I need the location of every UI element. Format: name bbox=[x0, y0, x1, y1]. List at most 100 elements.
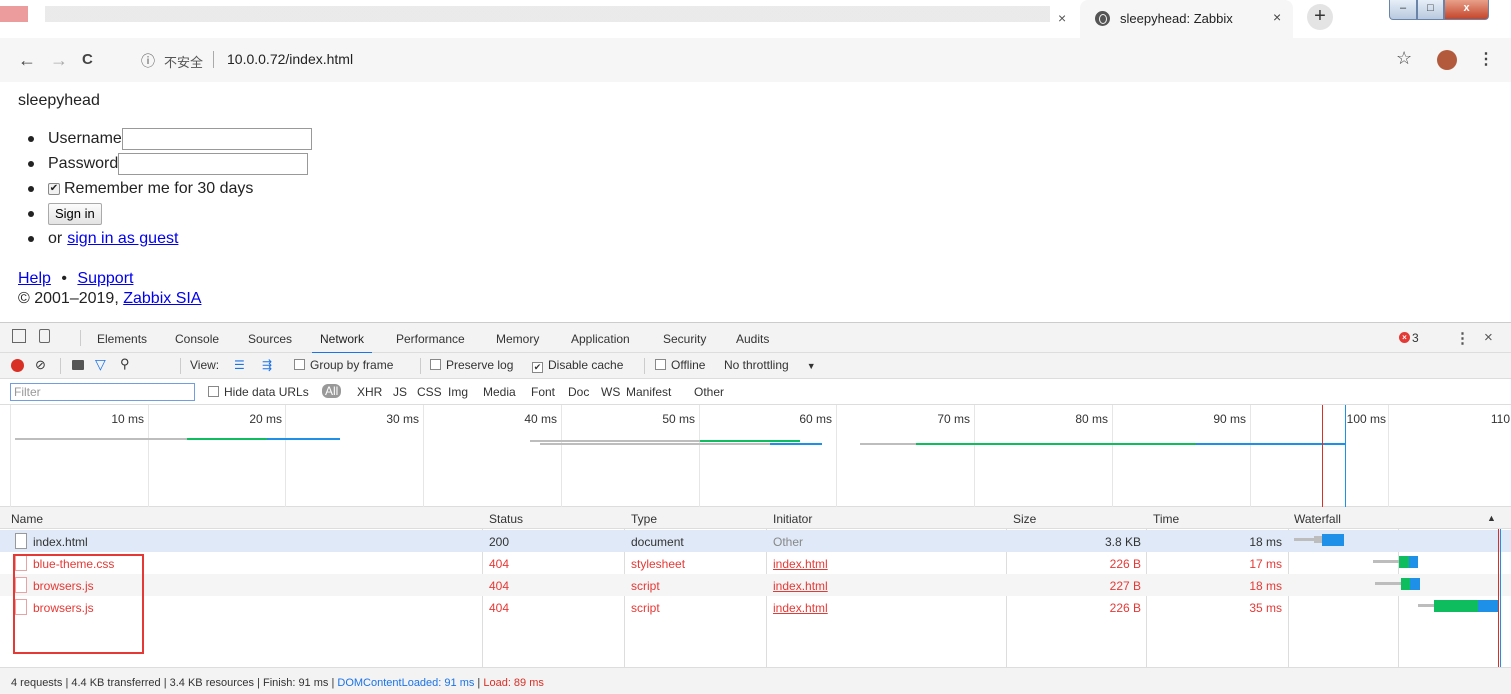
request-initiator-link[interactable]: index.html bbox=[773, 601, 828, 615]
tab-performance[interactable]: Performance bbox=[396, 332, 465, 346]
timeline-overview[interactable]: 10 ms 20 ms 30 ms 40 ms 50 ms 60 ms 70 m… bbox=[0, 405, 1511, 507]
request-initiator-link[interactable]: index.html bbox=[773, 557, 828, 571]
load-marker bbox=[1322, 405, 1323, 507]
tab-application[interactable]: Application bbox=[571, 332, 630, 346]
address-bar[interactable]: ⓘ 不安全 10.0.0.72/index.html bbox=[123, 44, 1485, 76]
hide-data-urls-checkbox[interactable] bbox=[208, 386, 219, 397]
table-row[interactable]: browsers.js 404 script index.html 226 B … bbox=[0, 596, 1511, 618]
group-by-frame-checkbox[interactable] bbox=[294, 359, 305, 370]
back-icon[interactable]: ← bbox=[18, 50, 36, 71]
group-by-frame-toggle[interactable]: Group by frame bbox=[294, 358, 393, 372]
preserve-log-checkbox[interactable] bbox=[430, 359, 441, 370]
error-icon[interactable]: × bbox=[1399, 332, 1410, 343]
tab-audits[interactable]: Audits bbox=[736, 332, 769, 346]
blurred-tabs[interactable] bbox=[0, 6, 1050, 22]
group-by-frame-label: Group by frame bbox=[310, 358, 394, 372]
tab-elements[interactable]: Elements bbox=[97, 332, 147, 346]
prev-tab-close-icon[interactable]: × bbox=[1058, 10, 1066, 26]
filter-type-img[interactable]: Img bbox=[448, 385, 468, 399]
disable-cache-toggle[interactable]: ✔ Disable cache bbox=[532, 358, 623, 373]
tab-console[interactable]: Console bbox=[175, 332, 219, 346]
request-status: 404 bbox=[489, 601, 510, 615]
security-label[interactable]: 不安全 bbox=[164, 52, 203, 71]
minimize-button[interactable]: – bbox=[1389, 0, 1417, 20]
company-link[interactable]: Zabbix SIA bbox=[123, 290, 201, 307]
or-text: or bbox=[48, 229, 63, 247]
screenshot-icon[interactable] bbox=[72, 360, 84, 370]
table-row[interactable]: browsers.js 404 script index.html 227 B … bbox=[0, 574, 1511, 596]
table-row[interactable]: index.html 200 document Other 3.8 KB 18 … bbox=[0, 530, 1511, 552]
filter-input[interactable]: Filter bbox=[10, 383, 195, 401]
filter-type-css[interactable]: CSS bbox=[417, 385, 442, 399]
column-header-name[interactable]: Name bbox=[11, 512, 43, 526]
password-input[interactable] bbox=[118, 152, 309, 175]
active-tab[interactable]: sleepyhead: Zabbix × bbox=[1080, 0, 1293, 38]
table-row[interactable]: blue-theme.css 404 stylesheet index.html… bbox=[0, 552, 1511, 574]
devtools-menu-icon[interactable]: ⋮ bbox=[1455, 329, 1470, 347]
preserve-log-toggle[interactable]: Preserve log bbox=[430, 358, 513, 372]
column-header-type[interactable]: Type bbox=[631, 512, 657, 526]
close-window-button[interactable]: x bbox=[1444, 0, 1489, 20]
error-count[interactable]: 3 bbox=[1412, 331, 1419, 345]
column-header-status[interactable]: Status bbox=[489, 512, 523, 526]
timeline-gridline bbox=[1112, 405, 1113, 507]
clear-icon[interactable]: ⊘ bbox=[35, 357, 46, 373]
sort-arrow-icon[interactable]: ▲ bbox=[1487, 513, 1496, 523]
filter-type-other[interactable]: Other bbox=[694, 385, 724, 399]
hide-data-urls-toggle[interactable]: Hide data URLs bbox=[208, 385, 309, 399]
username-label: Username bbox=[48, 129, 122, 147]
tab-security[interactable]: Security bbox=[663, 332, 706, 346]
request-type: document bbox=[631, 535, 684, 549]
reload-icon[interactable]: C bbox=[82, 51, 93, 68]
info-icon[interactable]: ⓘ bbox=[141, 51, 155, 71]
password-row: Password bbox=[28, 151, 312, 176]
request-initiator-link[interactable]: index.html bbox=[773, 579, 828, 593]
tab-sources[interactable]: Sources bbox=[248, 332, 292, 346]
disable-cache-checkbox[interactable]: ✔ bbox=[532, 362, 543, 373]
help-link[interactable]: Help bbox=[18, 270, 51, 287]
column-header-size[interactable]: Size bbox=[1013, 512, 1036, 526]
guest-signin-link[interactable]: sign in as guest bbox=[67, 227, 178, 251]
filter-type-all[interactable]: All bbox=[322, 384, 342, 398]
overview-icon[interactable]: ⇶ bbox=[262, 358, 272, 372]
offline-checkbox[interactable] bbox=[655, 359, 666, 370]
filter-type-manifest[interactable]: Manifest bbox=[626, 385, 671, 399]
request-name[interactable]: index.html bbox=[33, 535, 88, 549]
tab-memory[interactable]: Memory bbox=[496, 332, 539, 346]
search-icon[interactable]: ⚲ bbox=[120, 356, 130, 372]
devtools-close-icon[interactable]: × bbox=[1484, 329, 1493, 346]
offline-toggle[interactable]: Offline bbox=[655, 358, 705, 372]
column-header-initiator[interactable]: Initiator bbox=[773, 512, 812, 526]
sign-in-button[interactable]: Sign in bbox=[48, 202, 102, 225]
filter-icon[interactable]: ▽ bbox=[95, 356, 106, 373]
maximize-button[interactable]: □ bbox=[1417, 0, 1444, 20]
forward-icon[interactable]: → bbox=[50, 50, 68, 71]
column-header-time[interactable]: Time bbox=[1153, 512, 1179, 526]
url-text[interactable]: 10.0.0.72/index.html bbox=[227, 51, 353, 67]
record-icon[interactable] bbox=[11, 359, 24, 372]
filter-type-ws[interactable]: WS bbox=[601, 385, 620, 399]
request-type: stylesheet bbox=[631, 557, 686, 571]
throttling-select[interactable]: No throttling ▼ bbox=[724, 358, 816, 372]
tab-network[interactable]: Network bbox=[311, 332, 373, 354]
filter-type-doc[interactable]: Doc bbox=[568, 385, 589, 399]
device-toolbar-icon[interactable] bbox=[39, 329, 50, 343]
throttling-value: No throttling bbox=[724, 358, 789, 372]
support-link[interactable]: Support bbox=[77, 270, 133, 287]
remember-label: Remember me for 30 days bbox=[64, 179, 254, 197]
tab-close-icon[interactable]: × bbox=[1273, 9, 1281, 25]
profile-avatar[interactable] bbox=[1437, 50, 1457, 70]
bookmark-star-icon[interactable]: ☆ bbox=[1396, 48, 1412, 69]
new-tab-button[interactable]: + bbox=[1307, 4, 1333, 30]
filter-type-js[interactable]: JS bbox=[393, 385, 407, 399]
username-input[interactable] bbox=[121, 127, 312, 150]
filter-type-font[interactable]: Font bbox=[531, 385, 555, 399]
filter-type-media[interactable]: Media bbox=[483, 385, 516, 399]
filter-type-xhr[interactable]: XHR bbox=[357, 385, 382, 399]
column-header-waterfall[interactable]: Waterfall bbox=[1294, 512, 1341, 526]
summary-text: 4 requests | 4.4 KB transferred | 3.4 KB… bbox=[11, 677, 544, 689]
inspect-element-icon[interactable] bbox=[12, 329, 26, 343]
remember-checkbox[interactable]: ✔ bbox=[48, 182, 60, 195]
browser-menu-icon[interactable]: ⋮ bbox=[1478, 49, 1494, 69]
large-rows-icon[interactable]: ☰ bbox=[234, 358, 245, 372]
